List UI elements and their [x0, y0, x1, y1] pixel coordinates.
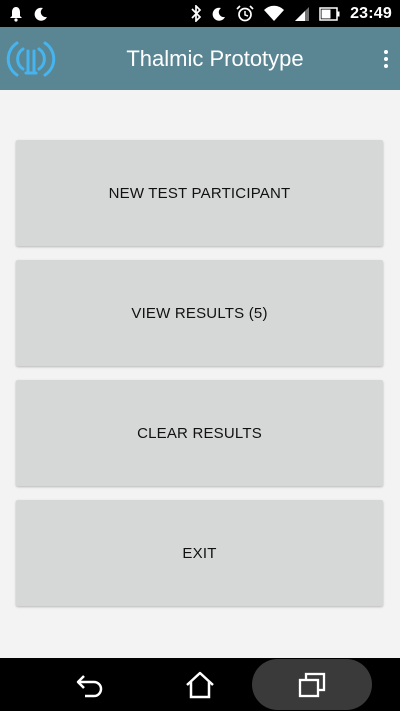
moon-icon: [33, 6, 49, 22]
notification-bell-icon: [8, 6, 24, 22]
back-icon[interactable]: [60, 658, 120, 711]
wifi-icon: [263, 5, 285, 22]
cellular-signal-icon: [294, 6, 310, 22]
navigation-bar: [0, 658, 400, 711]
main-content: NEW TEST PARTICIPANT VIEW RESULTS (5) CL…: [0, 90, 400, 658]
app-title: Thalmic Prototype: [126, 45, 304, 71]
recents-icon[interactable]: [252, 659, 372, 710]
new-test-participant-button[interactable]: NEW TEST PARTICIPANT: [16, 140, 383, 246]
overflow-menu-icon[interactable]: [378, 47, 394, 71]
exit-button[interactable]: EXIT: [16, 500, 383, 606]
battery-icon: [319, 6, 341, 22]
clear-results-button[interactable]: CLEAR RESULTS: [16, 380, 383, 486]
status-time: 23:49: [350, 4, 392, 22]
status-bar: 23:49: [0, 0, 400, 27]
bluetooth-icon: [190, 5, 202, 22]
home-icon[interactable]: [170, 658, 230, 711]
view-results-button[interactable]: VIEW RESULTS (5): [16, 260, 383, 366]
do-not-disturb-moon-icon: [211, 6, 227, 22]
app-bar: Thalmic Prototype: [0, 27, 400, 90]
alarm-clock-icon: [236, 5, 254, 22]
